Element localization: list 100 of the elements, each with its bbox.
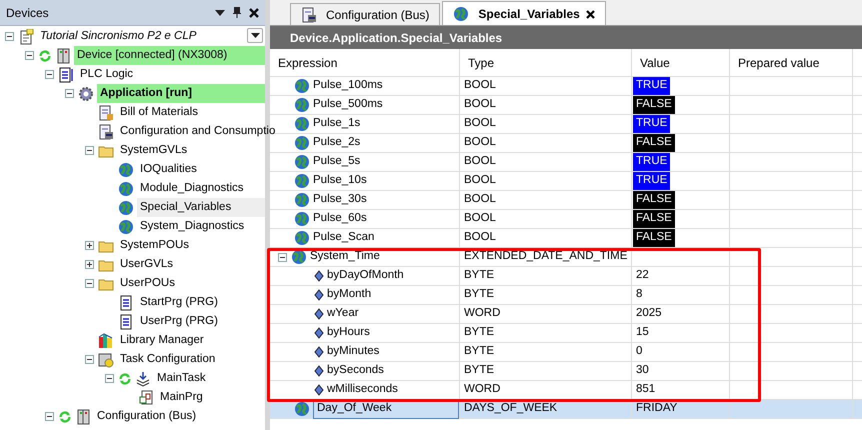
expression-text: Pulse_500ms [313,97,383,112]
type-cell: BOOL [460,191,632,209]
minus-icon [26,52,33,59]
member-icon [314,270,324,282]
tree-item[interactable]: UserGVLs [117,254,176,274]
value-badge: FALSE [633,191,675,209]
type-cell: BOOL [460,77,632,95]
expander-toggle[interactable] [65,89,74,98]
member-icon [314,346,324,358]
column-header[interactable]: Value [632,49,730,76]
globe-icon [118,162,134,178]
expression-text: Pulse_1s [313,116,360,132]
expander-toggle[interactable] [25,51,34,60]
expression-text: Pulse_5s [313,154,360,170]
expander-toggle[interactable] [85,241,94,250]
expander-toggle[interactable] [85,260,94,269]
expression-text: Pulse_2s [313,135,360,150]
tree-item[interactable]: UserPOUs [117,274,178,294]
tree-item[interactable]: Device [connected] (NX3008) [74,46,265,66]
value-text: 30 [636,363,649,378]
value-text: 851 [636,382,656,398]
tree-item[interactable]: Module_Diagnostics [137,178,247,198]
gear-icon [78,86,94,102]
expander-toggle[interactable] [85,279,94,288]
type-cell: BYTE [460,362,632,380]
tree-item[interactable]: Configuration (Bus) [94,406,200,426]
plus-icon [86,242,93,249]
type-cell: BOOL [460,172,632,190]
dropdown-button[interactable] [247,28,263,43]
value-badge: TRUE [633,172,670,190]
refresh-icon [38,48,52,62]
close-icon[interactable] [586,7,595,20]
column-header[interactable]: Expression [270,49,460,76]
globe-icon [294,97,310,113]
expression-text: byHours [327,325,370,340]
tree-item[interactable]: Tutorial Sincronismo P2 e CLP [37,26,200,46]
document-icon [118,314,134,330]
tab[interactable]: Special_Variables [442,1,606,25]
tree-item[interactable]: Bill of Materials [117,102,201,122]
globe-icon [294,192,310,208]
tree-item[interactable]: System_Diagnostics [137,216,248,236]
column-header[interactable]: Type [460,49,632,76]
pin-icon[interactable] [233,7,241,18]
program-icon [58,66,74,82]
tree-item[interactable]: Configuration and Consumptio [117,122,278,142]
value-text: 15 [636,325,649,340]
type-cell: DAYS_OF_WEEK [460,400,632,418]
tree-item[interactable]: PLC Logic [77,64,136,84]
tree-item[interactable]: Application [run] [97,84,265,104]
value-badge: FALSE [633,134,675,152]
expression-text: Pulse_30s [313,192,367,208]
expander-toggle[interactable] [85,146,94,155]
plus-icon [86,261,93,268]
document-icon [18,28,34,44]
member-icon [314,327,324,339]
expander-toggle[interactable] [85,355,94,364]
minus-icon [86,147,93,154]
expression-text: byMinutes [327,344,380,360]
tree-item[interactable]: MainTask [154,368,209,388]
expander-toggle[interactable] [45,412,54,421]
globe-icon [294,230,310,246]
expression-text: Pulse_10s [313,173,367,188]
globe-icon [294,401,310,417]
tree-item[interactable]: StartPrg (PRG) [137,292,221,312]
globe-icon [291,249,307,265]
dropdown-icon[interactable] [215,10,225,16]
type-cell: BOOL [460,229,632,247]
expander-toggle[interactable] [105,374,114,383]
close-icon[interactable] [249,8,259,18]
caret-icon [250,33,260,38]
value-badge: FALSE [633,210,675,228]
expander-toggle[interactable] [5,32,14,41]
tree-item[interactable]: Special_Variables [137,198,265,218]
globe-icon [294,78,310,94]
type-cell: BOOL [460,96,632,114]
tree-item[interactable]: Task Configuration [117,350,218,370]
tree-item[interactable]: IOQualities [137,160,200,180]
expression-text: byDayOfMonth [327,268,404,284]
column-header[interactable]: Prepared value [730,49,853,76]
expression-text: Pulse_60s [313,211,367,226]
globe-icon [118,200,134,216]
tree-item[interactable]: MainPrg [157,388,206,408]
minus-icon [46,71,53,78]
expression-text: byMonth [327,287,372,302]
globe-icon [294,211,310,227]
expander-toggle[interactable] [45,70,54,79]
type-cell: WORD [460,381,632,399]
minus-icon [66,90,73,97]
tree-item[interactable]: Library Manager [117,330,207,350]
expression-text: Pulse_100ms [313,78,383,94]
tree-item[interactable]: UserPrg (PRG) [137,312,221,332]
type-cell: BYTE [460,343,632,361]
type-cell: BOOL [460,210,632,228]
view-title: Device.Application.Special_Variables [270,26,862,49]
tree-item[interactable]: SystemPOUs [117,236,192,256]
type-cell: BYTE [460,324,632,342]
tab[interactable]: Configuration (Bus) [290,3,440,25]
tree-item[interactable]: SystemGVLs [117,140,190,160]
expander-toggle[interactable] [278,252,287,262]
expression-text: wMilliseconds [327,382,398,398]
